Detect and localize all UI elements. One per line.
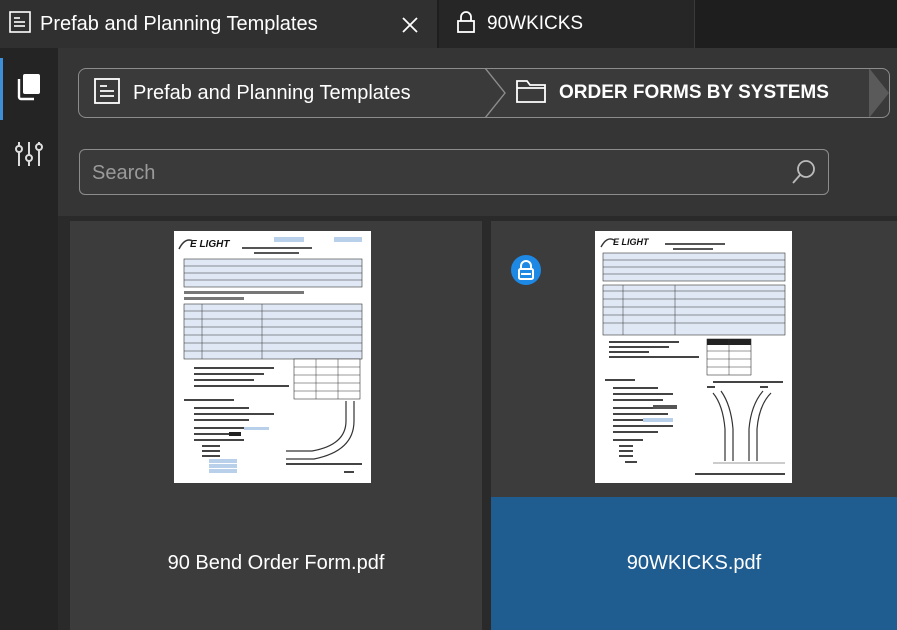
file-card[interactable]: E LIGHT 90 Bend Order Form.pdf: [70, 221, 482, 630]
thumb-brand: E LIGHT: [190, 239, 230, 250]
pages-button[interactable]: [0, 58, 58, 120]
search-icon[interactable]: [790, 158, 818, 191]
lock-icon: [511, 255, 541, 290]
tab-label: Prefab and Planning Templates: [40, 12, 318, 35]
file-caption-area: 90 Bend Order Form.pdf: [70, 497, 482, 630]
chevron-right-icon: [869, 69, 889, 117]
breadcrumb-item-prefab-templates[interactable]: Prefab and Planning Templates: [93, 69, 411, 117]
file-name: 90WKICKS.pdf: [626, 552, 762, 574]
breadcrumb-label: Prefab and Planning Templates: [133, 81, 411, 104]
main-panel: Prefab and Planning Templates ORDER FORM…: [58, 48, 897, 630]
close-icon[interactable]: [398, 13, 422, 37]
search-input[interactable]: [90, 150, 784, 196]
document-lines-icon: [93, 77, 121, 110]
folder-icon: [515, 77, 547, 110]
file-grid: E LIGHT 90 Bend Order Form.pdf E LIGHT 9…: [58, 216, 897, 630]
breadcrumb-item-order-forms[interactable]: ORDER FORMS BY SYSTEMS: [515, 69, 829, 117]
pdf-thumbnail: E LIGHT: [174, 231, 371, 483]
tab-prefab-templates[interactable]: Prefab and Planning Templates: [0, 0, 437, 48]
breadcrumb-label: ORDER FORMS BY SYSTEMS: [559, 82, 829, 103]
file-caption-area: 90WKICKS.pdf: [491, 497, 897, 630]
breadcrumb: Prefab and Planning Templates ORDER FORM…: [78, 68, 890, 118]
document-lines-icon: [8, 10, 32, 39]
filter-settings-button[interactable]: [0, 128, 58, 184]
search-box: [79, 149, 829, 196]
chevron-right-icon: [484, 69, 506, 117]
pages-icon: [16, 72, 42, 107]
tab-bar: Prefab and Planning Templates 90WKICKS: [0, 0, 897, 48]
left-rail: [0, 48, 58, 630]
file-card-selected[interactable]: E LIGHT 90WKICKS.pdf: [491, 221, 897, 630]
tab-90wkicks[interactable]: 90WKICKS: [439, 0, 695, 48]
lock-icon: [455, 10, 477, 39]
tab-label: 90WKICKS: [487, 13, 584, 34]
sliders-icon: [14, 139, 44, 174]
thumb-brand: E LIGHT: [613, 237, 650, 247]
file-name: 90 Bend Order Form.pdf: [167, 552, 385, 574]
pdf-thumbnail: E LIGHT: [595, 231, 792, 483]
